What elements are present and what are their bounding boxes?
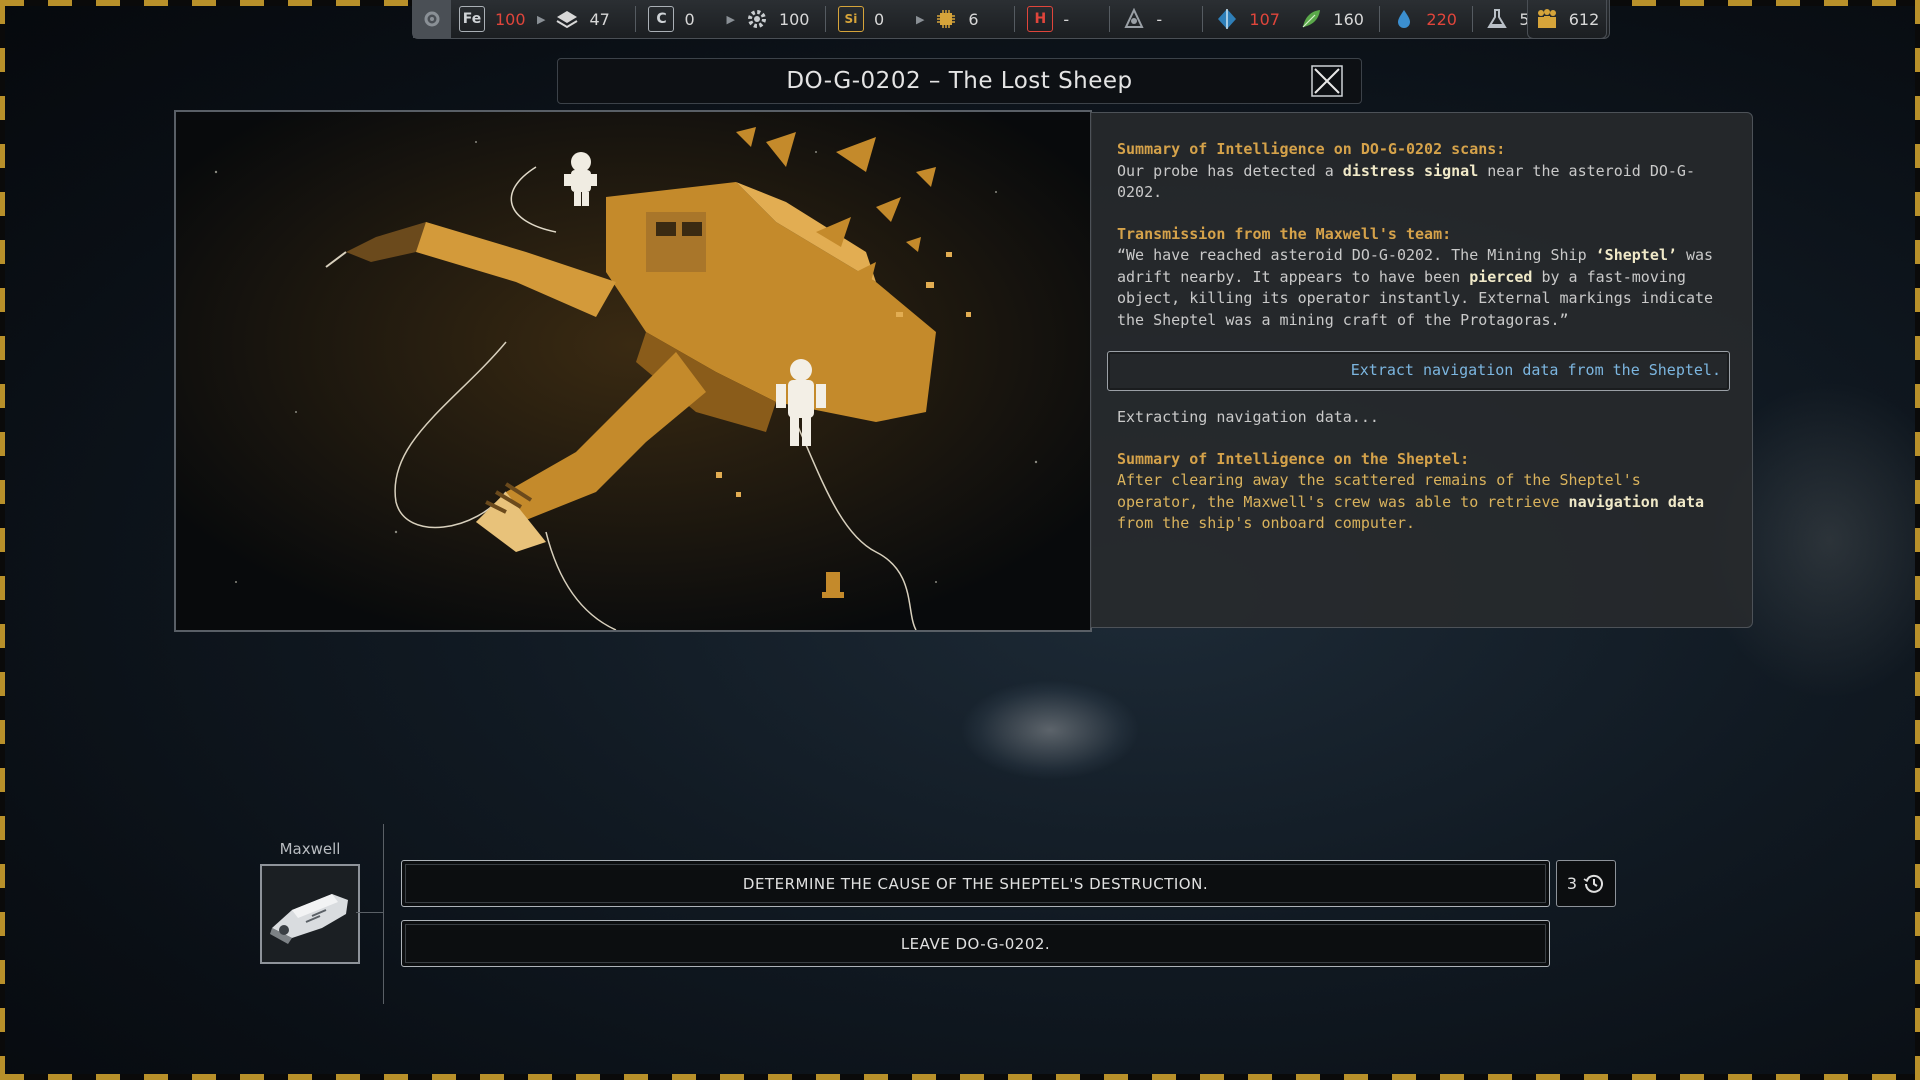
silicon-icon: Si (837, 6, 864, 32)
nebula-glow (960, 680, 1140, 780)
highlight-distress-signal: distress signal (1342, 161, 1479, 180)
crew-icon (1535, 7, 1559, 31)
close-icon (1311, 65, 1343, 97)
resource-value: 0 (684, 9, 695, 29)
separator (1202, 6, 1204, 32)
resource-water[interactable]: 220 (1384, 0, 1468, 38)
separator (824, 6, 826, 32)
crew-portrait[interactable] (260, 864, 360, 964)
resource-population[interactable]: 612 (1527, 0, 1607, 39)
separator (1472, 6, 1474, 32)
arrow-icon: ▶ (726, 12, 735, 26)
water-icon (1392, 7, 1416, 31)
flask-icon (1485, 7, 1509, 31)
resource-parts[interactable]: 100 (737, 0, 821, 38)
scan-summary-heading: Summary of Intelligence on DO-G-0202 sca… (1117, 140, 1506, 158)
ship-icon (262, 866, 358, 962)
resource-value: 160 (1333, 9, 1364, 29)
separator (1014, 6, 1016, 32)
crew-name: Maxwell (279, 840, 341, 858)
iron-icon: Fe (459, 6, 485, 32)
option-leave-button[interactable]: LEAVE DO-G-0202. (401, 920, 1550, 967)
resource-carbon[interactable]: C 0 (640, 0, 726, 38)
separator (635, 6, 637, 32)
resource-crystal[interactable]: 107 (1207, 0, 1291, 38)
wrecked-ship-illustration (176, 112, 1090, 630)
hazard-border-right (1915, 0, 1920, 1080)
resource-value: 107 (1249, 9, 1280, 29)
resource-alloy[interactable]: 47 (547, 0, 631, 38)
resource-value: - (1156, 9, 1163, 29)
resource-value: 47 (589, 9, 610, 29)
event-illustration (174, 110, 1092, 632)
highlight-sheptel: ‘Sheptel’ (1595, 246, 1677, 264)
resource-biomass[interactable]: 160 (1291, 0, 1375, 38)
resource-chips[interactable]: 6 (926, 0, 1010, 38)
resource-iron[interactable]: Fe 100 (451, 0, 537, 38)
option-time-cost: 3 (1556, 860, 1616, 907)
population-value: 612 (1568, 9, 1600, 29)
sheptel-summary-text: After clearing away the scattered remain… (1117, 470, 1726, 535)
fuel-icon (1122, 7, 1146, 31)
crystal-icon (1215, 7, 1239, 31)
sheptel-summary-heading: Summary of Intelligence on the Sheptel: (1117, 449, 1470, 468)
clock-icon (1583, 874, 1604, 893)
text-span: After clearing away the scattered remain… (1117, 471, 1641, 511)
resource-hydrogen[interactable]: H - (1019, 0, 1105, 38)
resource-fuel[interactable]: - (1114, 0, 1198, 38)
arrow-icon: ▶ (537, 12, 546, 26)
resource-value: 0 (873, 9, 885, 29)
event-log-panel: Summary of Intelligence on DO-G-0202 sca… (1090, 112, 1753, 628)
event-title: DO-G-0202 – The Lost Sheep (786, 68, 1133, 94)
resource-value: 220 (1426, 9, 1457, 29)
separator (1109, 6, 1111, 32)
resource-value: - (1063, 9, 1070, 29)
time-cost-value: 3 (1566, 874, 1578, 893)
carbon-icon: C (648, 6, 675, 32)
hazard-border-bottom (0, 1074, 1920, 1080)
text-span: “We have reached asteroid DO-G-0202. The… (1117, 246, 1596, 264)
close-button[interactable] (1311, 65, 1343, 97)
progress-text: Extracting navigation data... (1117, 408, 1379, 426)
transmission-text: “We have reached asteroid DO-G-0202. The… (1117, 245, 1726, 331)
alloy-icon (555, 7, 579, 31)
resource-value: 100 (778, 9, 810, 29)
divider (356, 912, 383, 913)
event-title-bar: DO-G-0202 – The Lost Sheep (557, 58, 1362, 104)
transmission-heading: Transmission from the Maxwell's team: (1117, 224, 1452, 243)
highlight-navigation-data: navigation data (1568, 492, 1705, 511)
settings-icon[interactable] (413, 0, 451, 38)
leaf-icon (1299, 7, 1323, 31)
resource-bar: Fe 100 ▶ 47 C 0 ▶ 100 Si 0 ▶ 6 H - - 107… (412, 0, 1610, 39)
scan-summary-text: Our probe has detected a distress signal… (1117, 161, 1726, 204)
separator (1379, 6, 1381, 32)
resource-value: 6 (968, 9, 979, 29)
resource-value: 100 (495, 9, 526, 29)
chip-icon (934, 7, 958, 31)
gear-icon (745, 7, 769, 31)
option-determine-cause-button[interactable]: DETERMINE THE CAUSE OF THE SHEPTEL'S DES… (401, 860, 1550, 907)
chosen-option: Extract navigation data from the Sheptel… (1107, 351, 1730, 391)
highlight-pierced: pierced (1469, 267, 1533, 286)
arrow-icon: ▶ (915, 12, 925, 26)
text-span: Our probe has detected a (1117, 161, 1343, 180)
text-span: from the ship's onboard computer. (1117, 514, 1416, 532)
hydrogen-icon: H (1027, 6, 1054, 32)
hazard-border-left (0, 0, 5, 1080)
divider (383, 824, 384, 1004)
resource-silicon[interactable]: Si 0 (830, 0, 916, 38)
